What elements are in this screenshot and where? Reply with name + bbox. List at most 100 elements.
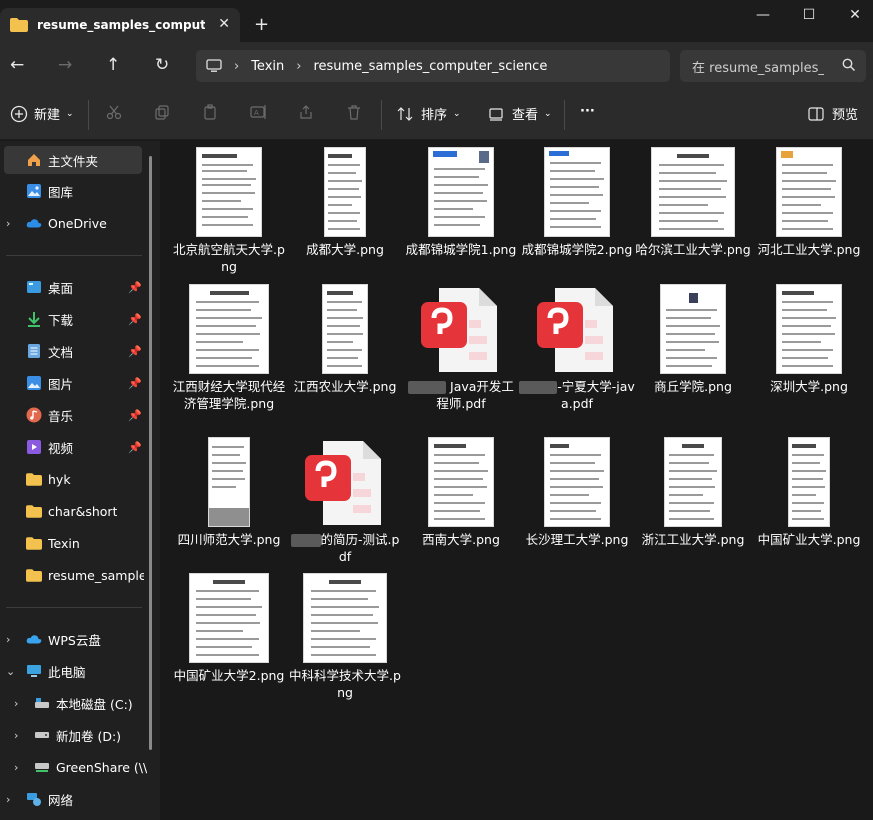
search-input[interactable]: 在 resume_samples_computer_science 中搜索 bbox=[680, 50, 866, 82]
maximize-button[interactable]: ☐ bbox=[786, 7, 832, 29]
sidebar-item-label: 网络 bbox=[48, 792, 74, 808]
file-name: Java开发工程师.pdf bbox=[403, 378, 519, 412]
pin-icon[interactable]: 📌 bbox=[128, 409, 142, 422]
file-name: -宁夏大学-java.pdf bbox=[519, 378, 635, 412]
file-thumbnail bbox=[544, 147, 610, 237]
sidebar-divider bbox=[6, 607, 142, 608]
forward-button[interactable]: → bbox=[58, 55, 72, 75]
up-button[interactable]: ↑ bbox=[106, 55, 120, 75]
folder-icon bbox=[26, 535, 42, 551]
file-name: 北京航空航天大学.png bbox=[173, 242, 285, 274]
file-thumbnail bbox=[322, 284, 368, 374]
sidebar-item-network[interactable]: › 网络 bbox=[0, 785, 148, 813]
sidebar-item-downloads[interactable]: 下载 📌 bbox=[0, 305, 148, 333]
sidebar-item-label: 图库 bbox=[48, 184, 74, 200]
sidebar-scrollbar[interactable] bbox=[149, 156, 152, 750]
sidebar-item-wps-cloud[interactable]: › WPS云盘 bbox=[0, 625, 148, 653]
music-icon bbox=[26, 407, 42, 423]
sidebar-item-home[interactable]: 主文件夹 bbox=[4, 146, 142, 174]
sidebar-item-hyk[interactable]: hyk bbox=[0, 465, 148, 493]
file-thumbnail bbox=[189, 284, 269, 374]
chevron-right-icon[interactable]: › bbox=[14, 761, 18, 774]
breadcrumb-current-folder[interactable]: resume_samples_computer_science bbox=[313, 59, 547, 74]
document-icon bbox=[26, 343, 42, 359]
pin-icon[interactable]: 📌 bbox=[128, 281, 142, 294]
breadcrumb-texin[interactable]: Texin bbox=[251, 59, 284, 74]
minimize-button[interactable]: — bbox=[740, 7, 786, 29]
desktop-icon bbox=[26, 279, 42, 295]
rename-button[interactable]: A bbox=[250, 104, 268, 120]
chevron-right-icon[interactable]: › bbox=[6, 217, 10, 230]
pin-icon[interactable]: 📌 bbox=[128, 313, 142, 326]
sidebar-item-label: Texin bbox=[48, 535, 80, 551]
refresh-button[interactable]: ↻ bbox=[155, 55, 169, 75]
preview-pane-button[interactable]: 预览 bbox=[808, 104, 858, 123]
sidebar-item-gallery[interactable]: 图库 bbox=[0, 177, 148, 205]
command-bar: 新建 ⌄ A 排序 ⌄ 查看 ⌄ ··· 预览 bbox=[0, 90, 873, 140]
file-thumbnail bbox=[776, 147, 842, 237]
sidebar-item-label: 本地磁盘 (C:) bbox=[56, 696, 133, 712]
pin-icon[interactable]: 📌 bbox=[128, 377, 142, 390]
sidebar-item-music[interactable]: 音乐 📌 bbox=[0, 401, 148, 429]
sidebar-item-documents[interactable]: 文档 📌 bbox=[0, 337, 148, 365]
cloud-icon bbox=[26, 215, 42, 231]
sidebar-item-label: WPS云盘 bbox=[48, 632, 101, 648]
sidebar-item-onedrive[interactable]: › OneDrive bbox=[0, 209, 148, 237]
new-button[interactable]: 新建 ⌄ bbox=[10, 104, 74, 123]
sidebar-item-label: 音乐 bbox=[48, 408, 74, 424]
chevron-down-icon[interactable]: ⌄ bbox=[6, 665, 15, 678]
new-tab-button[interactable]: + bbox=[254, 14, 269, 35]
sidebar-item-disk-c[interactable]: › 本地磁盘 (C:) bbox=[0, 689, 148, 717]
file-name: 江西财经大学现代经济管理学院.png bbox=[172, 379, 286, 411]
sort-button[interactable]: 排序 ⌄ bbox=[397, 104, 461, 123]
redacted-text bbox=[408, 381, 447, 394]
chevron-right-icon[interactable]: › bbox=[6, 793, 10, 806]
back-button[interactable]: ← bbox=[10, 55, 24, 75]
folder-icon bbox=[10, 18, 28, 32]
sidebar-item-disk-d[interactable]: › 新加卷 (D:) bbox=[0, 721, 148, 749]
pdf-file-icon bbox=[305, 441, 381, 525]
sidebar-item-pictures[interactable]: 图片 📌 bbox=[0, 369, 148, 397]
file-name: 的简历-测试.pdf bbox=[287, 531, 403, 565]
chevron-right-icon[interactable]: › bbox=[14, 697, 18, 710]
sidebar-item-greenshare[interactable]: › GreenShare (\\ bbox=[0, 753, 148, 781]
navigation-pane: 主文件夹 图库 › OneDrive 桌面 📌 下载 📌 文档 📌 图片 📌 音… bbox=[0, 141, 160, 820]
folder-icon bbox=[26, 567, 42, 583]
file-name: 中科科学技术大学.png bbox=[289, 668, 401, 700]
tab-title: resume_samples_computer_science bbox=[37, 18, 205, 32]
sidebar-item-label: char&short bbox=[48, 503, 118, 519]
pin-icon[interactable]: 📌 bbox=[128, 345, 142, 358]
drive-icon bbox=[34, 695, 50, 711]
view-button[interactable]: 查看 ⌄ bbox=[488, 104, 552, 123]
chevron-right-icon[interactable]: › bbox=[14, 729, 18, 742]
tab-current[interactable]: resume_samples_computer_science ✕ bbox=[0, 8, 240, 42]
sidebar-item-label: 视频 bbox=[48, 440, 74, 456]
share-button[interactable] bbox=[298, 104, 314, 120]
paste-button[interactable] bbox=[202, 104, 218, 120]
file-thumbnail bbox=[189, 573, 269, 663]
copy-button[interactable] bbox=[154, 104, 170, 120]
sidebar-item-label: hyk bbox=[48, 471, 71, 487]
close-tab-icon[interactable]: ✕ bbox=[218, 16, 230, 32]
delete-button[interactable] bbox=[346, 104, 362, 120]
drive-icon bbox=[34, 727, 50, 743]
sidebar-item-texin[interactable]: Texin bbox=[0, 529, 148, 557]
file-name: 中国矿业大学2.png bbox=[173, 668, 285, 683]
cut-button[interactable] bbox=[106, 104, 122, 120]
address-bar[interactable]: › Texin › resume_samples_computer_scienc… bbox=[196, 50, 670, 82]
file-name: 哈尔滨工业大学.png bbox=[635, 242, 751, 257]
chevron-right-icon[interactable]: › bbox=[6, 633, 10, 646]
sidebar-item-charshort[interactable]: char&short bbox=[0, 497, 148, 525]
toolbar-divider bbox=[88, 100, 89, 130]
sidebar-item-this-pc[interactable]: ⌄ 此电脑 bbox=[0, 657, 148, 685]
close-window-button[interactable]: ✕ bbox=[832, 7, 873, 29]
sidebar-divider bbox=[6, 255, 142, 256]
file-thumbnail bbox=[544, 437, 610, 527]
more-options-button[interactable]: ··· bbox=[580, 104, 595, 119]
share-icon bbox=[300, 105, 312, 119]
sidebar-item-resume-samples[interactable]: resume_samples_computer_science bbox=[0, 561, 148, 589]
chevron-down-icon: ⌄ bbox=[544, 108, 552, 119]
pin-icon[interactable]: 📌 bbox=[128, 441, 142, 454]
sidebar-item-desktop[interactable]: 桌面 📌 bbox=[0, 273, 148, 301]
sidebar-item-videos[interactable]: 视频 📌 bbox=[0, 433, 148, 461]
